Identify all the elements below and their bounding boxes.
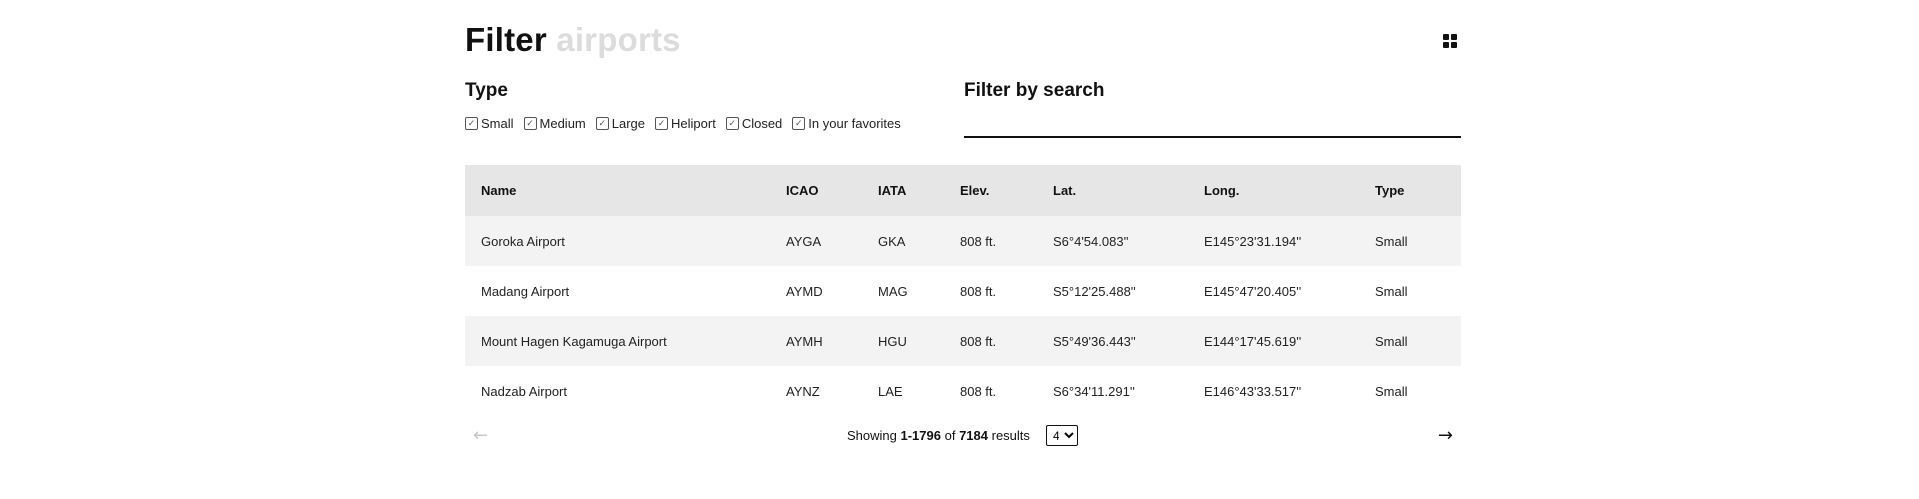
of-label: of (944, 428, 956, 443)
page-select[interactable]: 4 (1046, 425, 1078, 446)
results-total: 7184 (959, 428, 988, 443)
column-header-name[interactable]: Name (465, 165, 786, 216)
check-icon[interactable]: ✓ (523, 117, 537, 130)
table-row[interactable]: Madang Airport AYMD MAG 808 ft. S5°12'25… (465, 266, 1461, 316)
type-option-label: Large (611, 116, 646, 131)
column-header-elevation[interactable]: Elev. (960, 165, 1053, 216)
type-option-label: In your favorites (808, 116, 901, 131)
search-filter-title: Filter by search (964, 80, 1105, 101)
cell-name: Mount Hagen Kagamuga Airport (481, 333, 667, 349)
cell-icao: AYGA (786, 233, 822, 249)
grid-view-icon[interactable] (1443, 34, 1457, 48)
cell-icao: AYMH (786, 333, 823, 349)
cell-longitude: E146°43'33.517'' (1204, 383, 1302, 399)
cell-type: Small (1375, 333, 1408, 349)
title-word-secondary: airports (556, 21, 681, 58)
cell-name: Goroka Airport (481, 233, 565, 249)
column-header-iata[interactable]: IATA (878, 165, 960, 216)
cell-latitude: S6°4'54.083'' (1053, 233, 1129, 249)
cell-longitude: E144°17'45.619'' (1204, 333, 1302, 349)
cell-type: Small (1375, 383, 1408, 399)
cell-icao: AYNZ (786, 383, 820, 399)
type-checkbox-list: ✓ Small ✓ Medium ✓ Large ✓ Heliport ✓ Closed … (465, 116, 955, 131)
results-summary: Showing 1-1796 of 7184 results (847, 428, 1030, 443)
column-header-icao[interactable]: ICAO (786, 165, 878, 216)
cell-iata: GKA (878, 233, 906, 249)
type-option-closed[interactable]: ✓ Closed (725, 116, 783, 131)
search-filter: Filter by search (964, 78, 1461, 138)
type-option-favorites[interactable]: ✓ In your favorites (792, 116, 901, 131)
cell-elevation: 808 ft. (960, 283, 997, 299)
cell-iata: MAG (878, 283, 908, 299)
cell-type: Small (1375, 233, 1408, 249)
header: Filter airports (465, 20, 1461, 60)
cell-name: Madang Airport (481, 283, 570, 299)
cell-latitude: S6°34'11.291'' (1053, 383, 1135, 399)
check-icon[interactable]: ✓ (595, 117, 609, 130)
cell-elevation: 808 ft. (960, 383, 997, 399)
cell-longitude: E145°47'20.405'' (1204, 283, 1302, 299)
airports-table: Name ICAO IATA Elev. Lat. Long. Type Gor… (465, 165, 1461, 416)
pagination: ← Showing 1-1796 of 7184 results 4 → (465, 425, 1461, 449)
type-option-label: Closed (741, 116, 783, 131)
column-header-type[interactable]: Type (1375, 165, 1461, 216)
column-header-longitude[interactable]: Long. (1204, 165, 1375, 216)
cell-elevation: 808 ft. (960, 333, 997, 349)
type-option-label: Medium (539, 116, 586, 131)
type-option-label: Small (481, 116, 514, 131)
check-icon[interactable]: ✓ (655, 117, 669, 130)
cell-type: Small (1375, 283, 1408, 299)
table-row[interactable]: Mount Hagen Kagamuga Airport AYMH HGU 80… (465, 316, 1461, 366)
cell-name: Nadzab Airport (481, 383, 567, 399)
type-filter-title: Type (465, 80, 508, 101)
cell-longitude: E145°23'31.194'' (1204, 233, 1302, 249)
check-icon[interactable]: ✓ (465, 117, 478, 130)
results-label: results (991, 428, 1030, 443)
column-header-latitude[interactable]: Lat. (1053, 165, 1204, 216)
results-range: 1-1796 (900, 428, 941, 443)
cell-iata: LAE (878, 383, 903, 399)
type-option-heliport[interactable]: ✓ Heliport (655, 116, 716, 131)
arrow-right-icon[interactable]: → (1438, 426, 1453, 446)
check-icon[interactable]: ✓ (792, 117, 806, 130)
arrow-left-icon[interactable]: ← (473, 426, 488, 446)
title-word-primary: Filter (465, 21, 547, 58)
table-header-row: Name ICAO IATA Elev. Lat. Long. Type (465, 165, 1461, 216)
cell-iata: HGU (878, 333, 907, 349)
page-title: Filter airports (465, 20, 1461, 60)
cell-latitude: S5°49'36.443'' (1053, 333, 1136, 349)
type-option-label: Heliport (671, 116, 716, 131)
type-filter: Type ✓ Small ✓ Medium ✓ Large ✓ Heliport ✓ Cl… (465, 78, 955, 131)
type-option-small[interactable]: ✓ Small (465, 116, 514, 131)
cell-elevation: 808 ft. (960, 233, 997, 249)
cell-latitude: S5°12'25.488'' (1053, 283, 1136, 299)
type-option-medium[interactable]: ✓ Medium (523, 116, 586, 131)
table-row[interactable]: Nadzab Airport AYNZ LAE 808 ft. S6°34'11… (465, 366, 1461, 416)
table-row[interactable]: Goroka Airport AYGA GKA 808 ft. S6°4'54.… (465, 216, 1461, 266)
check-icon[interactable]: ✓ (725, 117, 739, 130)
type-option-large[interactable]: ✓ Large (595, 116, 646, 131)
showing-label: Showing (847, 428, 897, 443)
search-input[interactable] (964, 116, 1461, 138)
cell-icao: AYMD (786, 283, 823, 299)
